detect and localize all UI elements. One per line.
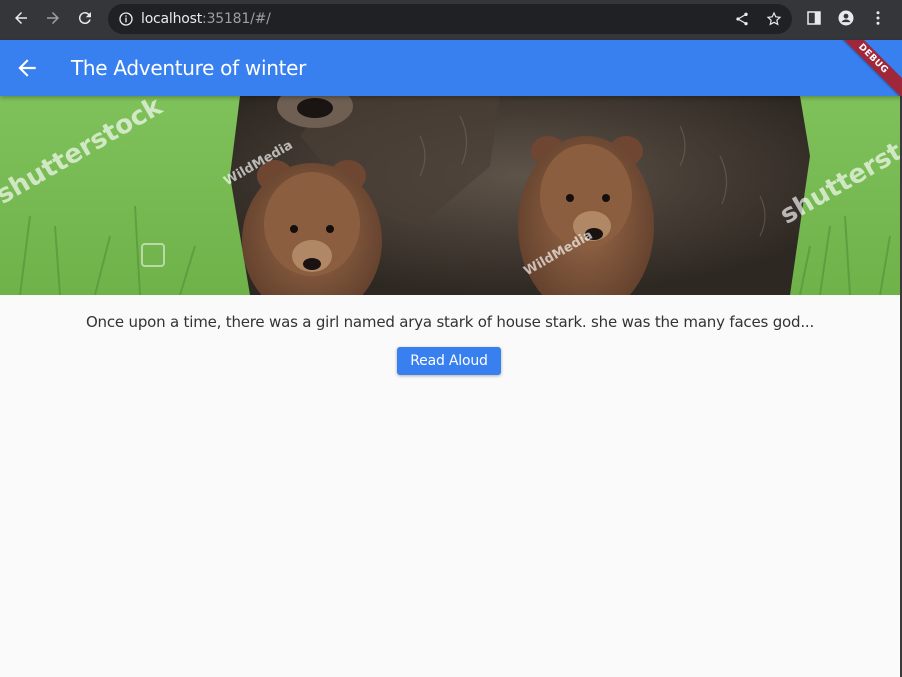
side-panel-icon[interactable]	[803, 7, 825, 29]
app-bar: The Adventure of winter DEBUG	[0, 40, 902, 96]
url-host: localhost	[141, 11, 203, 27]
share-icon[interactable]	[734, 11, 750, 27]
url-text: localhost:35181/#/	[141, 11, 271, 27]
page-title: The Adventure of winter	[71, 56, 307, 80]
forward-arrow-icon[interactable]	[42, 7, 64, 29]
info-icon[interactable]	[118, 11, 134, 27]
browser-toolbar: localhost:35181/#/	[0, 0, 902, 40]
address-bar[interactable]: localhost:35181/#/	[108, 4, 792, 34]
url-path: :35181/#/	[202, 11, 271, 27]
story-image: shutterstock WildMedia WildMedia shutter…	[0, 96, 900, 295]
star-icon[interactable]	[766, 11, 782, 27]
story-text: Once upon a time, there was a girl named…	[85, 313, 815, 331]
more-menu-icon[interactable]	[867, 7, 889, 29]
read-aloud-button[interactable]: Read Aloud	[397, 347, 501, 375]
profile-icon[interactable]	[835, 7, 857, 29]
back-arrow-icon[interactable]	[10, 7, 32, 29]
reload-icon[interactable]	[74, 7, 96, 29]
back-arrow-icon[interactable]	[14, 55, 40, 81]
debug-banner: DEBUG	[829, 40, 902, 96]
